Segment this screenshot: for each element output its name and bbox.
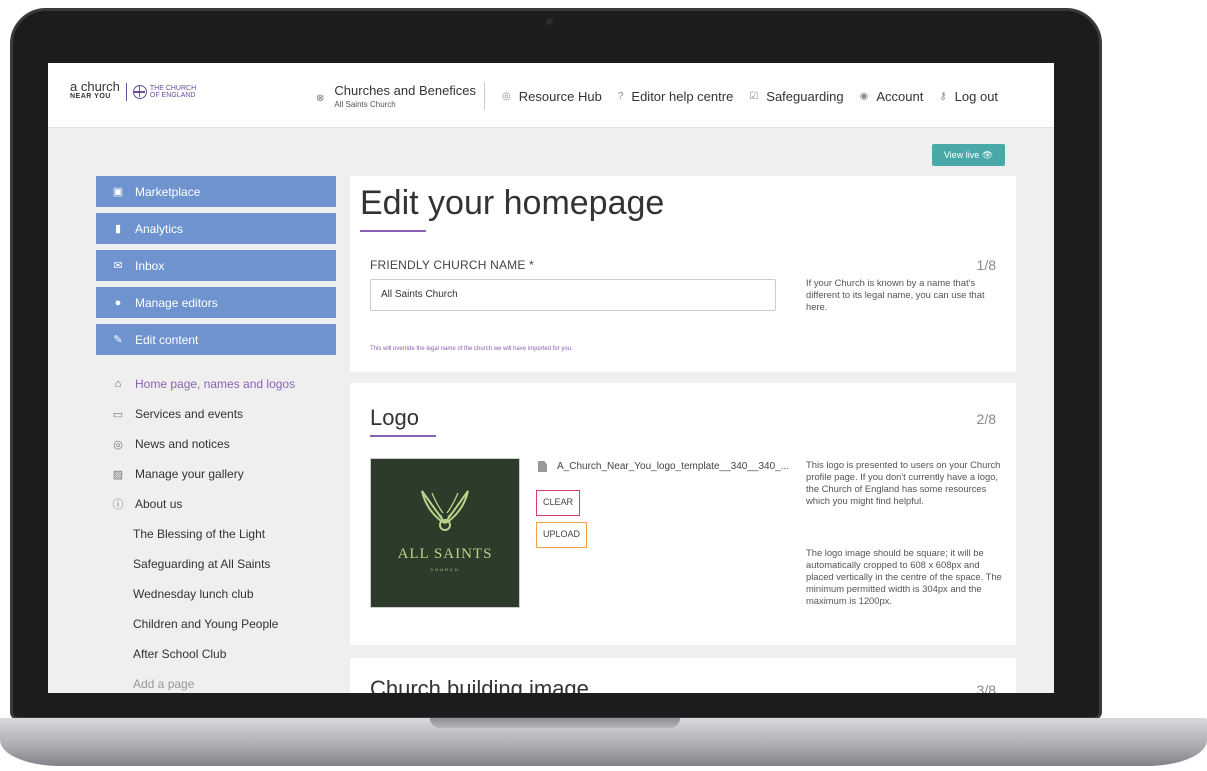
sidebar-page-item[interactable]: The Blessing of the Light (96, 519, 336, 549)
view-live-button[interactable]: View live 👁 (932, 144, 1005, 166)
church-switcher-title: Churches and Benefices (334, 83, 477, 98)
envelope-icon: ✉ (113, 260, 123, 272)
coe-cross-icon (132, 85, 147, 99)
upload-button[interactable]: UPLOAD (536, 522, 588, 548)
file-icon (538, 461, 547, 472)
nav-editor-help[interactable]: ? Editor help centre (618, 89, 733, 104)
friendly-name-input[interactable]: All Saints Church (370, 279, 776, 311)
home-icon: ⌂ (114, 378, 122, 390)
sidebar-page-item[interactable]: After School Club (96, 639, 336, 669)
top-nav: ◎ Resource Hub ? Editor help centre ☑ Safeg… (502, 89, 998, 104)
logo-help-1: This logo is presented to users on your … (806, 459, 1001, 506)
logo-filename: A_Church_Near_You_logo_template__340__34… (557, 461, 790, 472)
gallery-icon: ▨ (112, 468, 124, 481)
sidebar-item-about-us[interactable]: ⓘ About us (96, 489, 336, 519)
logo-section-title: Logo (370, 405, 419, 430)
broadcast-icon: ◎ (502, 91, 511, 102)
sidebar-item-home-page[interactable]: ⌂ Home page, names and logos (96, 369, 336, 399)
broadcast-icon: ◎ (113, 438, 123, 451)
add-page-link[interactable]: Add a page (96, 669, 336, 693)
checkbox-icon: ☑ (749, 91, 759, 102)
building-image-title: Church building image (370, 676, 589, 693)
sidebar-item-gallery[interactable]: ▨ Manage your gallery (96, 459, 336, 489)
sidebar-page-item[interactable]: Children and Young People (96, 609, 336, 639)
clear-button[interactable]: CLEAR (536, 490, 581, 516)
nav-log-out[interactable]: ⚷ Log out (939, 89, 998, 104)
friendly-name-card: Edit your homepage FRIENDLY CHURCH NAME … (350, 176, 1016, 372)
coe-logo: THE CHURCH OF ENGLAND (132, 85, 196, 99)
logo-church-name: ALL SAINTS (397, 546, 493, 562)
sidebar-item-news[interactable]: ◎ News and notices (96, 429, 336, 459)
title-underline (360, 230, 426, 232)
sidebar-marketplace[interactable]: ▣ Marketplace (96, 176, 336, 207)
dove-icon (421, 490, 469, 531)
logo-preview-image: ALL SAINTS CHURCH (370, 458, 520, 608)
basket-icon: ▣ (112, 186, 124, 198)
question-icon: ? (617, 91, 624, 102)
church-switcher[interactable]: ⊗ Churches and Benefices All Saints Chur… (316, 83, 476, 109)
section-counter: 2/8 (976, 411, 996, 427)
top-bar: a church NEAR YOU THE CHURCH OF ENGLAND ⊗ … (48, 63, 1054, 128)
bar-chart-icon: ▮ (114, 223, 122, 235)
sidebar-item-services[interactable]: ▭ Services and events (96, 399, 336, 429)
eye-icon: 👁 (981, 150, 994, 160)
site-logo[interactable]: a church NEAR YOU THE CHURCH OF ENGLAND (70, 79, 196, 102)
nav-account[interactable]: ◉ Account (860, 89, 924, 104)
friendly-name-help: If your Church is known by a name that's… (806, 277, 985, 312)
camera (546, 18, 553, 25)
logo-separator (125, 83, 127, 101)
logo-card: Logo 2/8 ALL SAINTS CHURCH A_Church_Near… (350, 383, 1016, 645)
church-switcher-subtitle: All Saints Church (334, 100, 396, 109)
nav-safeguarding[interactable]: ☑ Safeguarding (749, 89, 843, 104)
logo-help-2: The logo image should be square; it will… (806, 547, 1002, 606)
acny-logo: a church NEAR YOU (70, 79, 120, 100)
friendly-name-hint: This will override the legal name of the… (370, 346, 573, 352)
calendar-icon: ▭ (112, 408, 124, 421)
sidebar-inbox[interactable]: ✉ Inbox (96, 250, 336, 281)
key-icon: ⚷ (939, 91, 947, 102)
building-image-card: Church building image 3/8 (350, 658, 1016, 693)
sidebar: ▣ Marketplace ▮ Analytics ✉ Inbox ● Manage e… (96, 176, 336, 693)
laptop-notch (430, 718, 680, 728)
user-icon: ● (114, 296, 122, 309)
info-icon: ⓘ (112, 499, 124, 511)
user-icon: ◉ (859, 91, 869, 102)
sidebar-page-item[interactable]: Wednesday lunch club (96, 579, 336, 609)
section-counter: 1/8 (976, 257, 996, 273)
sidebar-analytics[interactable]: ▮ Analytics (96, 213, 336, 244)
sidebar-edit-content[interactable]: ✎ Edit content (96, 324, 336, 355)
friendly-name-label: FRIENDLY CHURCH NAME * (370, 258, 534, 272)
pencil-icon: ✎ (113, 334, 123, 346)
nav-divider (484, 82, 485, 110)
logo-file-row: A_Church_Near_You_logo_template__340__34… (538, 461, 789, 472)
logo-church-sub: CHURCH (430, 567, 460, 572)
section-counter: 3/8 (976, 682, 996, 693)
nav-resource-hub[interactable]: ◎ Resource Hub (502, 89, 602, 104)
page-title: Edit your homepage (360, 184, 665, 222)
sidebar-manage-editors[interactable]: ● Manage editors (96, 287, 336, 318)
screen: a church NEAR YOU THE CHURCH OF ENGLAND ⊗ … (48, 63, 1054, 693)
sidebar-content-links: ⌂ Home page, names and logos ▭ Services an… (96, 369, 336, 693)
circle-icon: ⊗ (316, 93, 325, 104)
logo-title-underline (370, 435, 436, 437)
sidebar-page-item[interactable]: Safeguarding at All Saints (96, 549, 336, 579)
